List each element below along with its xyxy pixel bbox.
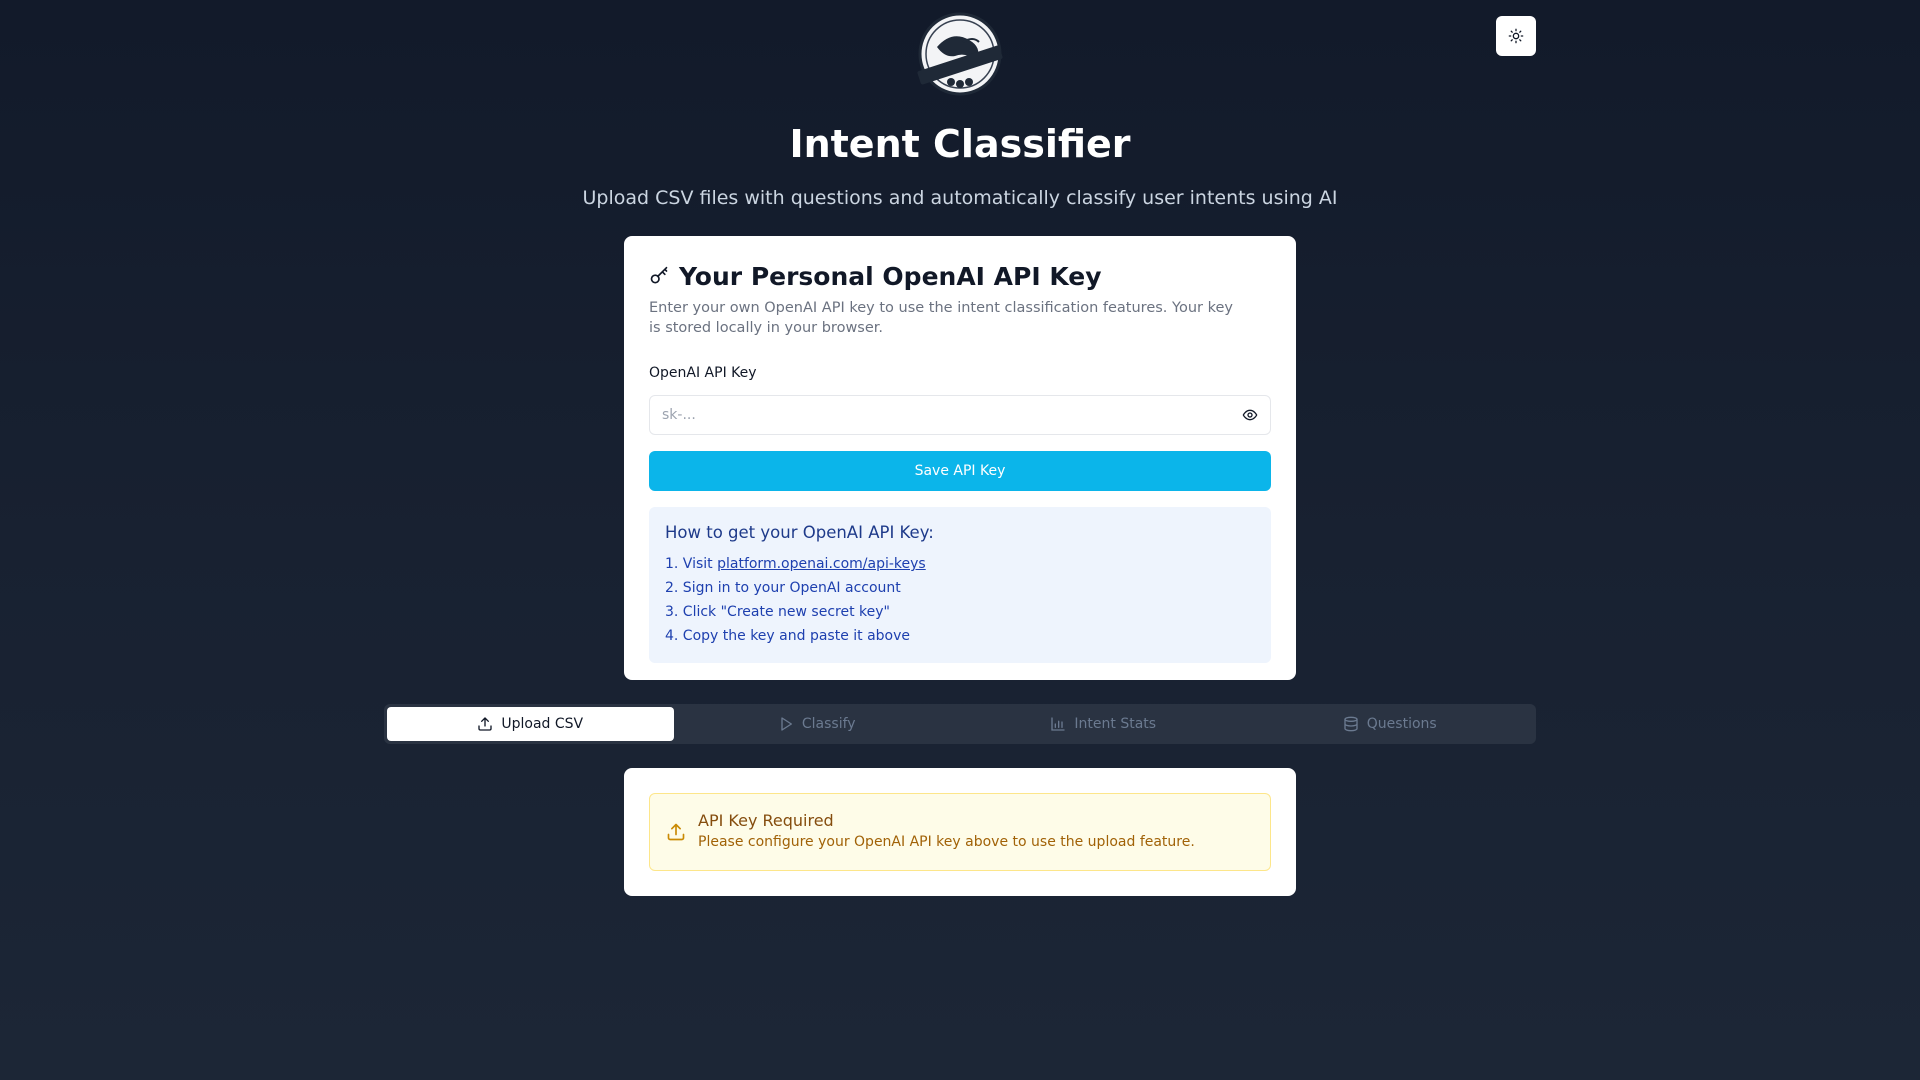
sun-icon — [1508, 28, 1524, 44]
upload-card: API Key Required Please configure your O… — [624, 768, 1296, 896]
page-subtitle: Upload CSV files with questions and auto… — [582, 187, 1338, 209]
upload-icon — [667, 823, 685, 841]
key-icon — [650, 266, 668, 284]
api-key-card-title-text: Your Personal OpenAI API Key — [679, 261, 1102, 291]
api-key-input-wrapper — [649, 395, 1271, 435]
howto-step-1: 1. Visit platform.openai.com/api-keys — [665, 552, 1255, 576]
openai-api-keys-link[interactable]: platform.openai.com/api-keys — [717, 556, 926, 572]
main-tabs: Upload CSV Classify Intent Stats Questio… — [384, 704, 1536, 744]
tab-questions-label: Questions — [1366, 716, 1437, 732]
eye-icon — [1242, 409, 1258, 421]
tab-upload-csv-label: Upload CSV — [501, 716, 584, 732]
tab-classify-label: Classify — [801, 716, 856, 732]
api-key-description: Enter your own OpenAI API key to use the… — [649, 300, 1233, 336]
tab-questions[interactable]: Questions — [1247, 707, 1534, 741]
page-title: Intent Classifier — [789, 122, 1131, 166]
alert-title: API Key Required — [698, 811, 834, 830]
save-api-key-button[interactable]: Save API Key — [649, 451, 1271, 491]
howto-title: How to get your OpenAI API Key: — [665, 523, 934, 542]
api-key-required-alert: API Key Required Please configure your O… — [649, 793, 1271, 871]
howto-step-2: 2. Sign in to your OpenAI account — [665, 580, 901, 596]
theme-toggle-button[interactable] — [1496, 16, 1536, 56]
howto-step-1-prefix: 1. Visit — [665, 556, 718, 572]
api-key-input[interactable] — [650, 396, 1230, 434]
growth-memo-logo — [907, 12, 1013, 96]
bar-chart-icon — [1051, 717, 1066, 731]
tab-intent-stats-label: Intent Stats — [1074, 716, 1157, 732]
howto-step-4: 4. Copy the key and paste it above — [665, 628, 911, 644]
howto-steps: 1. Visit platform.openai.com/api-keys 2.… — [665, 552, 1255, 648]
api-key-field-label: OpenAI API Key — [649, 365, 757, 381]
upload-icon — [478, 717, 493, 731]
show-key-toggle[interactable] — [1230, 396, 1270, 434]
tab-upload-csv[interactable]: Upload CSV — [387, 707, 674, 741]
api-key-card: Your Personal OpenAI API Key Enter your … — [624, 236, 1296, 680]
howto-box: How to get your OpenAI API Key: 1. Visit… — [649, 507, 1271, 663]
alert-body: API Key Required Please configure your O… — [698, 810, 1195, 850]
howto-step-3: 3. Click "Create new secret key" — [665, 604, 890, 620]
tab-intent-stats[interactable]: Intent Stats — [960, 707, 1247, 741]
play-icon — [781, 717, 792, 731]
database-icon — [1344, 716, 1358, 732]
tab-classify[interactable]: Classify — [674, 707, 961, 741]
api-key-card-title: Your Personal OpenAI API Key — [649, 260, 1271, 292]
alert-text: Please configure your OpenAI API key abo… — [698, 834, 1195, 850]
